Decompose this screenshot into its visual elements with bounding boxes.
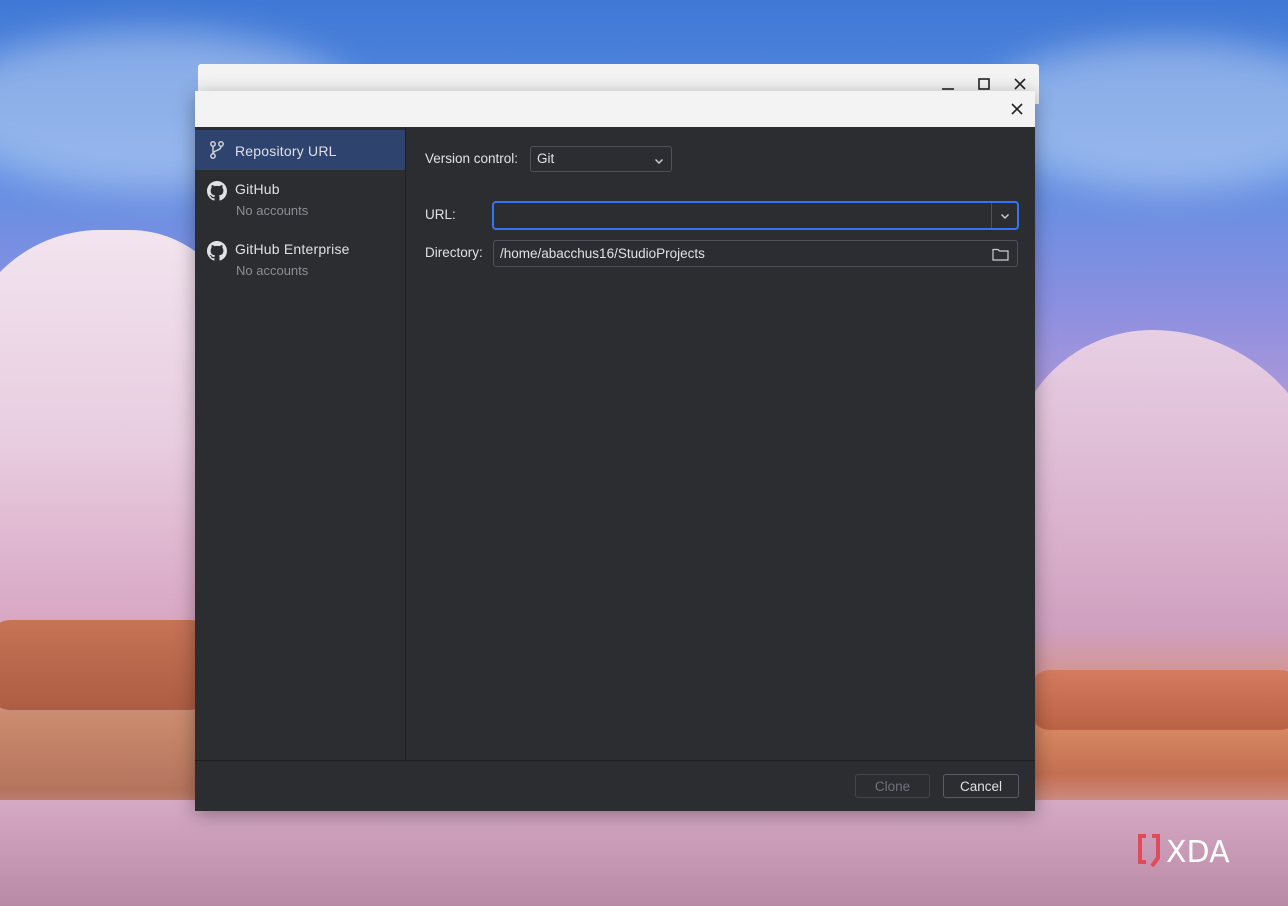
url-label: URL:	[425, 207, 456, 222]
dialog-close-button[interactable]	[1005, 97, 1029, 121]
close-icon	[1014, 78, 1026, 90]
url-combobox	[492, 201, 1019, 230]
sidebar-item-subtitle: No accounts	[236, 203, 309, 218]
directory-input[interactable]	[494, 241, 974, 266]
folder-icon	[991, 248, 1009, 261]
version-control-label: Version control:	[425, 151, 519, 166]
minimize-icon	[942, 88, 954, 90]
dialog-footer: Clone Cancel	[195, 760, 1035, 811]
chevron-down-icon	[1001, 213, 1009, 219]
git-branch-icon	[206, 139, 228, 161]
clone-button[interactable]: Clone	[855, 774, 930, 798]
dialog-titlebar	[195, 91, 1035, 127]
xda-logo-text: XDA	[1166, 835, 1230, 870]
url-input[interactable]	[494, 203, 988, 228]
url-history-dropdown-button[interactable]	[994, 203, 1016, 228]
sidebar-item-subtitle: No accounts	[236, 263, 309, 278]
browse-folder-button[interactable]	[990, 244, 1010, 263]
sidebar-item-github-enterprise[interactable]: GitHub Enterprise No accounts	[195, 232, 405, 288]
github-icon	[206, 180, 228, 202]
directory-field	[493, 240, 1018, 267]
version-control-select[interactable]: Git	[530, 146, 672, 172]
xda-logo: XDA	[1136, 832, 1256, 870]
sidebar-item-github[interactable]: GitHub No accounts	[195, 172, 405, 228]
clone-repository-dialog: Repository URL GitHub No accounts GitHub…	[195, 91, 1035, 811]
sidebar-item-repository-url[interactable]: Repository URL	[195, 130, 405, 170]
sidebar-item-label: Repository URL	[235, 143, 337, 159]
cancel-button[interactable]: Cancel	[943, 774, 1019, 798]
sidebar-item-label: GitHub	[235, 181, 280, 197]
directory-label: Directory:	[425, 245, 483, 260]
version-control-value: Git	[537, 151, 555, 166]
source-sidebar: Repository URL GitHub No accounts GitHub…	[195, 127, 406, 760]
chevron-down-icon	[653, 152, 665, 171]
sidebar-item-label: GitHub Enterprise	[235, 241, 350, 257]
maximize-icon	[978, 78, 990, 90]
clone-form: Version control: Git URL: Directory:	[406, 127, 1035, 760]
github-icon	[206, 240, 228, 262]
close-icon	[1011, 103, 1023, 115]
